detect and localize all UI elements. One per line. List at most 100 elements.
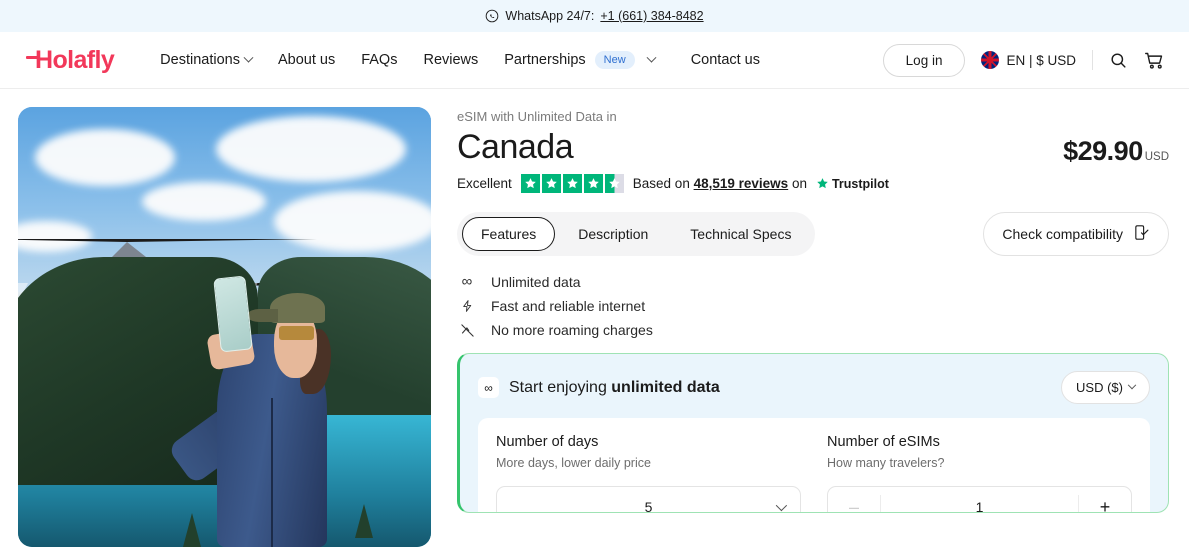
esims-field: Number of eSIMs How many travelers? – 1 … — [827, 434, 1132, 513]
nav-item-label: About us — [277, 52, 336, 68]
whatsapp-banner: WhatsApp 24/7: +1 (661) 384-8482 — [0, 0, 1189, 32]
nav-item-destinations[interactable]: Destinations — [160, 52, 254, 68]
decrease-esims-button[interactable]: – — [828, 497, 880, 513]
cloud — [141, 181, 266, 222]
plan-fields: Number of days More days, lower daily pr… — [478, 418, 1150, 513]
product-price: $29.90 — [1063, 136, 1143, 166]
no-roaming-icon — [457, 323, 477, 338]
plan-configurator-card: ∞ Start enjoying unlimited data USD ($) … — [457, 353, 1169, 514]
tab-technical-specs[interactable]: Technical Specs — [671, 217, 810, 251]
trustpilot-rating: Excellent Based on 48,519 reviews on Tru… — [457, 174, 889, 194]
holafly-logo[interactable]: Holafly — [26, 45, 115, 75]
locale-selector[interactable]: EN | $ USD — [981, 51, 1076, 69]
star-rating — [520, 174, 624, 194]
product-main: eSIM with Unlimited Data in Canada Excel… — [0, 89, 1189, 547]
zipper — [270, 398, 273, 547]
increase-esims-button[interactable]: + — [1079, 497, 1131, 513]
login-button[interactable]: Log in — [882, 43, 966, 77]
tab-features[interactable]: Features — [462, 217, 556, 252]
days-field-title: Number of days — [496, 434, 599, 451]
plan-card-header: ∞ Start enjoying unlimited data USD ($) — [478, 371, 1150, 405]
logo-text: Holafly — [35, 45, 115, 74]
on-label: on — [791, 176, 807, 192]
plan-heading: ∞ Start enjoying unlimited data — [478, 377, 720, 399]
days-field-subtitle: More days, lower daily price — [496, 456, 651, 471]
check-compatibility-button[interactable]: Check compatibility — [983, 212, 1169, 257]
check-compatibility-label: Check compatibility — [1002, 226, 1123, 243]
nav-item-partnerships[interactable]: Partnerships New — [504, 51, 657, 69]
chevron-down-icon — [1127, 380, 1137, 389]
chevron-down-icon — [646, 52, 657, 63]
days-field: Number of days More days, lower daily pr… — [496, 434, 801, 513]
nav-divider — [1092, 50, 1093, 70]
feature-item: No more roaming charges — [457, 322, 1169, 338]
star-icon — [520, 174, 540, 194]
plan-heading-text: Start enjoying unlimited data — [509, 379, 720, 397]
cap — [247, 293, 325, 324]
nav-item-label: Destinations — [160, 52, 240, 68]
days-select-value: 5 — [644, 499, 653, 514]
tabs-row: Features Description Technical Specs Che… — [457, 212, 1169, 257]
infinity-icon: ∞ — [478, 377, 499, 399]
star-icon — [562, 174, 582, 194]
phone-check-icon — [1133, 224, 1150, 244]
product-tabs: Features Description Technical Specs — [457, 212, 816, 257]
product-eyebrow: eSIM with Unlimited Data in — [457, 109, 617, 124]
search-icon[interactable] — [1109, 51, 1128, 70]
days-select[interactable]: 5 — [496, 486, 801, 513]
esims-field-title: Number of eSIMs — [827, 434, 940, 451]
reviews-link[interactable]: 48,519 reviews — [694, 176, 789, 191]
feature-label: Unlimited data — [491, 273, 581, 290]
lightning-icon — [457, 298, 477, 314]
nav-item-label: Contact us — [690, 52, 761, 68]
currency-selector[interactable]: USD ($) — [1061, 371, 1150, 405]
person-taking-photo — [166, 274, 365, 547]
cloud — [216, 115, 407, 182]
trustpilot-logo: Trustpilot — [816, 177, 889, 191]
nav-item-contact-us[interactable]: Contact us — [691, 52, 760, 68]
nav-actions: Log in EN | $ USD — [882, 43, 1165, 77]
whatsapp-phone-link[interactable]: +1 (661) 384-8482 — [600, 9, 703, 23]
nav-links: Destinations About us FAQs Reviews Partn… — [160, 51, 883, 69]
sunglasses-icon — [279, 326, 314, 340]
new-badge: New — [594, 51, 635, 69]
tab-description[interactable]: Description — [559, 217, 667, 251]
cloud — [34, 129, 175, 187]
price-block: $29.90 USD — [1063, 128, 1169, 167]
nav-item-reviews[interactable]: Reviews — [423, 52, 478, 68]
title-row: Canada Excellent Based on 48,519 reviews… — [457, 128, 1169, 194]
uk-flag-icon — [981, 51, 1000, 69]
feature-label: Fast and reliable internet — [491, 298, 646, 315]
trust-rating-label: Excellent — [457, 176, 512, 192]
nav-item-about-us[interactable]: About us — [278, 52, 335, 68]
esims-quantity-value: 1 — [880, 495, 1079, 513]
whatsapp-label: WhatsApp 24/7: — [505, 9, 595, 23]
product-details: eSIM with Unlimited Data in Canada Excel… — [457, 107, 1169, 547]
whatsapp-icon — [485, 9, 499, 23]
chevron-down-icon — [775, 500, 788, 512]
nav-item-label: FAQs — [361, 52, 398, 68]
features-list: ∞ Unlimited data Fast and reliable inter… — [457, 273, 1169, 338]
infinity-icon: ∞ — [461, 273, 473, 291]
nav-item-label: Partnerships — [504, 52, 586, 68]
cart-icon[interactable] — [1144, 50, 1165, 71]
main-navigation: Holafly Destinations About us FAQs Revie… — [0, 32, 1189, 89]
feature-item: ∞ Unlimited data — [457, 273, 1169, 290]
plan-heading-strong: unlimited data — [611, 378, 720, 396]
price-currency: USD — [1144, 151, 1169, 163]
review-count-text: Based on 48,519 reviews on — [633, 176, 807, 191]
star-icon — [541, 174, 561, 194]
locale-label: EN | $ USD — [1006, 52, 1076, 68]
plan-heading-prefix: Start enjoying — [509, 378, 612, 396]
star-icon — [583, 174, 603, 194]
nav-item-label: Reviews — [423, 52, 479, 68]
page-title: Canada — [457, 128, 574, 166]
star-half-icon — [604, 174, 624, 194]
currency-selector-label: USD ($) — [1076, 380, 1123, 396]
hero-image — [18, 107, 431, 547]
feature-item: Fast and reliable internet — [457, 298, 1169, 314]
esims-quantity-stepper: – 1 + — [827, 486, 1132, 513]
smartphone — [212, 275, 253, 353]
nav-item-faqs[interactable]: FAQs — [361, 52, 397, 68]
chevron-down-icon — [243, 52, 254, 63]
